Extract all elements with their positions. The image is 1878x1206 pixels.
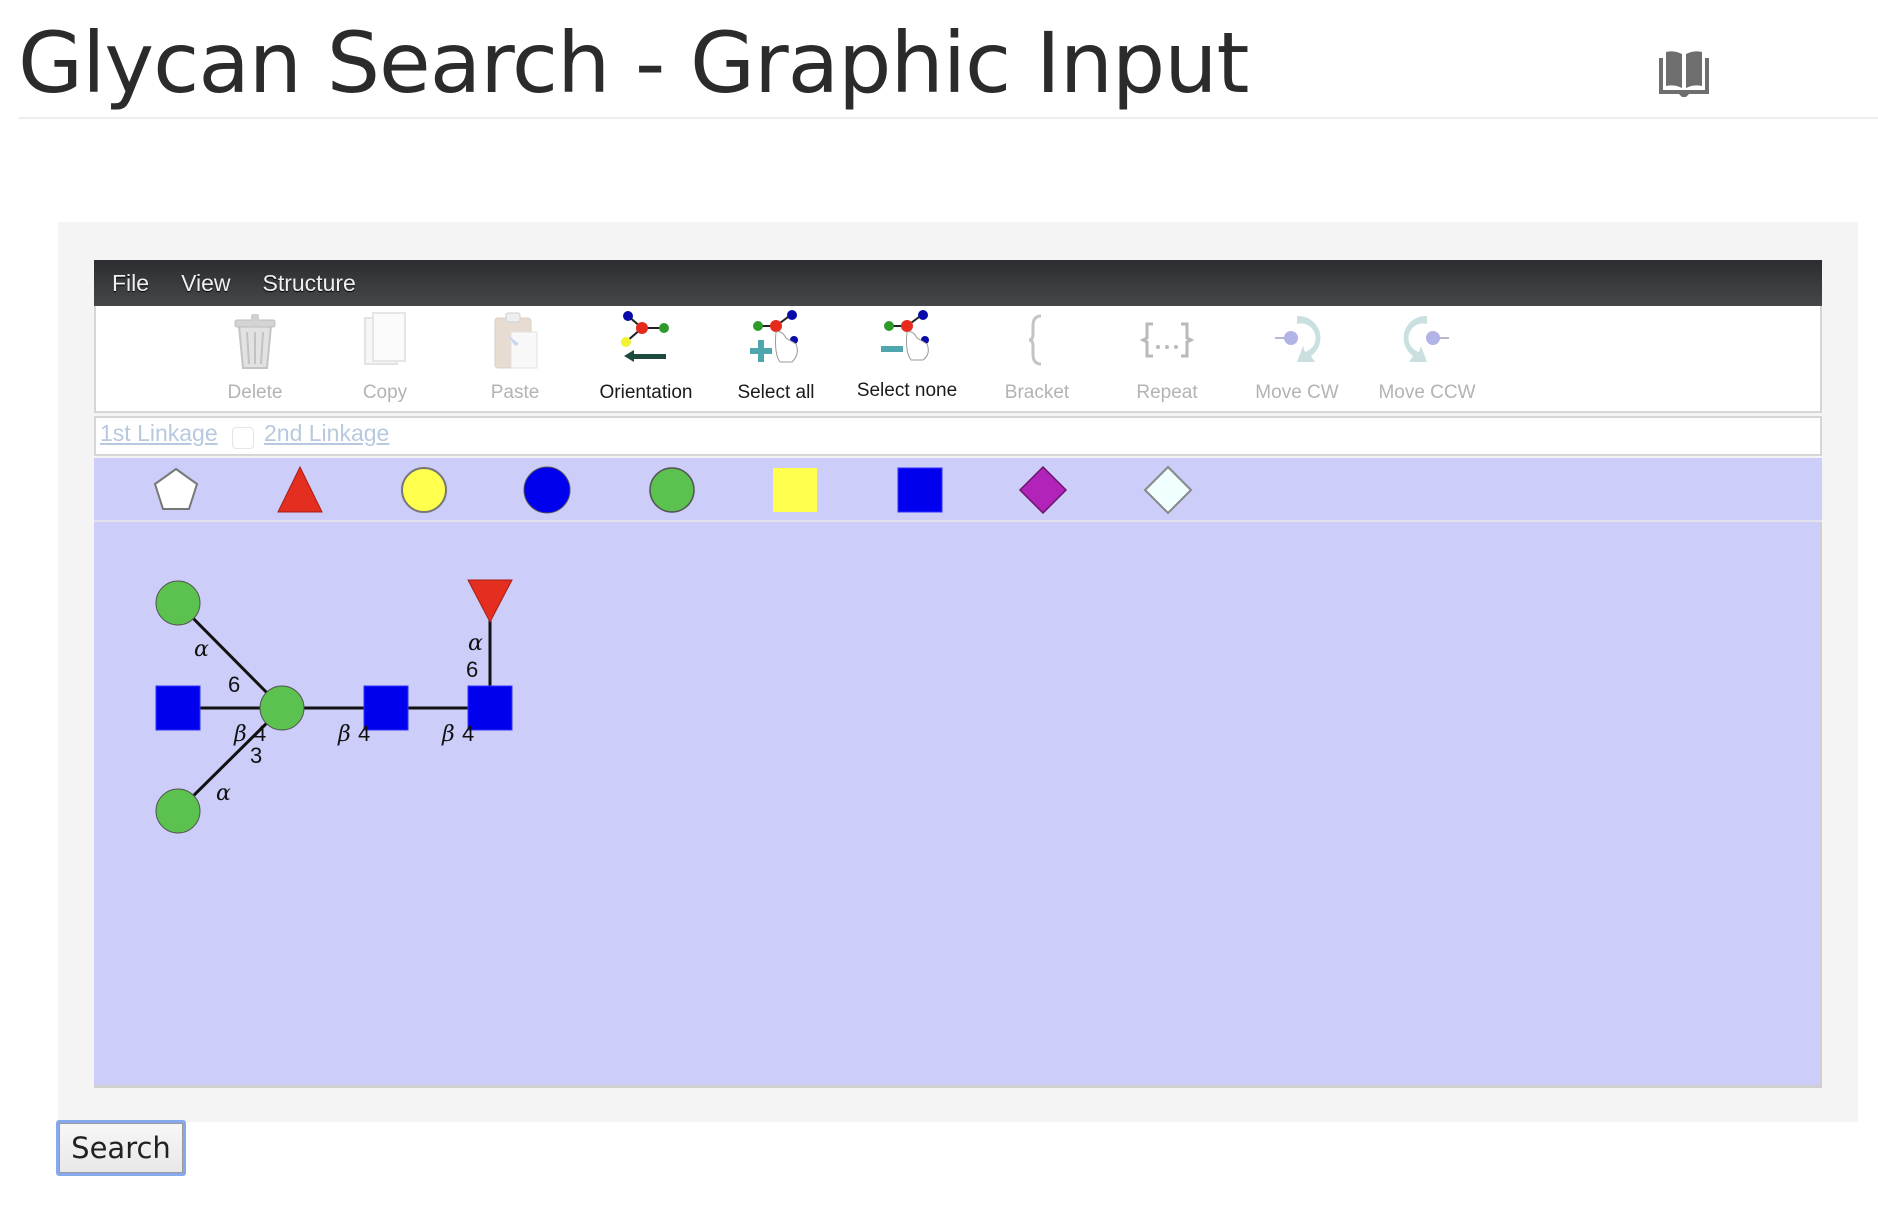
paste-button[interactable]: Paste <box>450 306 580 406</box>
rotate-cw-icon <box>1275 315 1321 362</box>
linkage-position-f1: 6 <box>466 657 478 682</box>
residue-r3[interactable] <box>259 685 305 731</box>
menu-structure[interactable]: Structure <box>263 270 356 297</box>
blue-square-residue-icon[interactable] <box>894 464 946 516</box>
linkage-bar: 1st Linkage 2nd Linkage <box>94 416 1822 456</box>
move-ccw-label: Move CCW <box>1378 382 1476 403</box>
linkage-position-r4: 6 <box>228 672 240 697</box>
page-title: Glycan Search - Graphic Input <box>18 14 1249 112</box>
paste-label: Paste <box>490 382 540 403</box>
linkage-checkbox[interactable] <box>232 427 254 449</box>
select-none-icon <box>881 310 929 361</box>
residue-r6[interactable] <box>155 685 201 731</box>
select-all-icon <box>750 310 798 363</box>
copy-button[interactable]: Copy <box>320 306 450 406</box>
orientation-button[interactable]: Orientation <box>581 306 711 406</box>
menu-file[interactable]: File <box>112 270 149 297</box>
rotate-ccw-icon <box>1403 315 1449 362</box>
move-ccw-button[interactable]: Move CCW <box>1362 306 1492 406</box>
green-circle-residue-icon[interactable] <box>646 464 698 516</box>
residue-r4[interactable] <box>155 580 201 626</box>
copy-icon <box>364 312 406 365</box>
repeat-button[interactable]: Repeat <box>1102 306 1232 406</box>
linkage-anomer-r6: β <box>233 722 247 747</box>
select-all-button[interactable]: Select all <box>711 306 841 406</box>
pentagon-residue-icon[interactable] <box>150 464 202 516</box>
menu-view[interactable]: View <box>181 270 230 297</box>
book-icon[interactable] <box>1659 50 1709 98</box>
white-diamond-residue-icon[interactable] <box>1142 464 1194 516</box>
residue-r1[interactable] <box>467 685 513 731</box>
residue-f1[interactable] <box>467 579 513 624</box>
glycan-structure: β 4 β 4 α 6 α 3 β 4 α 6 <box>155 579 513 834</box>
purple-diamond-residue-icon[interactable] <box>1017 464 1069 516</box>
second-linkage-link[interactable]: 2nd Linkage <box>264 420 389 447</box>
delete-label: Delete <box>227 382 283 403</box>
yellow-circle-residue-icon[interactable] <box>398 464 450 516</box>
triangle-residue-icon[interactable] <box>274 464 326 516</box>
residue-r5[interactable] <box>155 788 201 834</box>
editor-menubar: File View Structure <box>94 260 1822 306</box>
linkage-position-r5: 3 <box>250 743 262 768</box>
paste-icon <box>494 312 538 369</box>
yellow-square-residue-icon[interactable] <box>769 464 821 516</box>
residue-r2[interactable] <box>363 685 409 731</box>
move-cw-label: Move CW <box>1255 382 1339 403</box>
bracket-label: Bracket <box>1004 382 1070 403</box>
linkage-anomer-r2: β <box>441 722 455 747</box>
bracket-button[interactable]: Bracket <box>972 306 1102 406</box>
orientation-icon <box>621 311 669 362</box>
linkage-position-r3: 4 <box>358 721 370 746</box>
linkage-anomer-r4: α <box>194 637 209 662</box>
select-all-label: Select all <box>737 382 815 403</box>
select-none-button[interactable]: Select none <box>842 306 972 406</box>
editor-toolbar: Delete Copy Paste Orientation Select all… <box>94 306 1822 413</box>
repeat-icon <box>1139 322 1195 358</box>
copy-label: Copy <box>362 382 408 403</box>
glycan-canvas[interactable]: β 4 β 4 α 6 α 3 β 4 α 6 <box>94 522 1822 1088</box>
repeat-label: Repeat <box>1136 382 1198 403</box>
select-none-label: Select none <box>856 380 958 401</box>
linkage-position-r6: 4 <box>254 721 266 746</box>
title-divider <box>18 117 1878 119</box>
search-button[interactable]: Search <box>56 1120 186 1176</box>
linkage-anomer-r3: β <box>337 722 351 747</box>
delete-button[interactable]: Delete <box>190 306 320 406</box>
bracket-icon <box>1028 314 1042 366</box>
linkage-position-r2: 4 <box>462 721 474 746</box>
residue-palette <box>94 458 1822 522</box>
first-linkage-link[interactable]: 1st Linkage <box>100 420 218 447</box>
orientation-label: Orientation <box>599 382 693 403</box>
trash-icon <box>234 314 276 369</box>
linkage-anomer-f1: α <box>468 631 483 656</box>
blue-circle-residue-icon[interactable] <box>521 464 573 516</box>
linkage-anomer-r5: α <box>216 781 231 806</box>
move-cw-button[interactable]: Move CW <box>1232 306 1362 406</box>
